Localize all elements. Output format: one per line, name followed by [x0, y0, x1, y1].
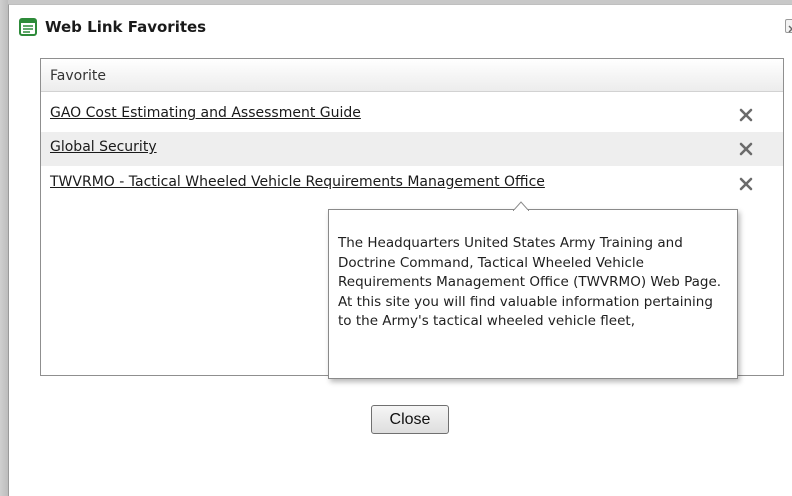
table-row: TWVRMO - Tactical Wheeled Vehicle Requir… — [41, 167, 783, 201]
dialog-title: Web Link Favorites — [45, 18, 207, 36]
web-link-favorites-dialog: Web Link Favorites Favorite GAO Cost Est… — [8, 4, 792, 496]
background-edge-left — [0, 0, 8, 496]
dialog-titlebar: Web Link Favorites — [9, 5, 792, 49]
delete-x-icon[interactable] — [735, 173, 757, 195]
favorite-link-gao[interactable]: GAO Cost Estimating and Assessment Guide — [50, 105, 361, 121]
link-description-tooltip: The Headquarters United States Army Trai… — [328, 201, 738, 379]
grid-header: Favorite — [41, 59, 783, 92]
table-row: GAO Cost Estimating and Assessment Guide — [41, 98, 783, 132]
favorite-link-twvrmo[interactable]: TWVRMO - Tactical Wheeled Vehicle Requir… — [50, 174, 545, 190]
close-icon[interactable] — [785, 19, 792, 33]
favorite-link-global-security[interactable]: Global Security — [50, 139, 157, 155]
tooltip-text: The Headquarters United States Army Trai… — [338, 235, 722, 329]
table-row: Global Security — [41, 132, 783, 166]
delete-x-icon[interactable] — [735, 104, 757, 126]
tooltip-arrow — [513, 201, 529, 211]
list-document-icon — [19, 18, 37, 36]
column-header-favorite: Favorite — [50, 68, 106, 84]
close-button[interactable]: Close — [371, 405, 449, 434]
delete-x-icon[interactable] — [735, 138, 757, 160]
